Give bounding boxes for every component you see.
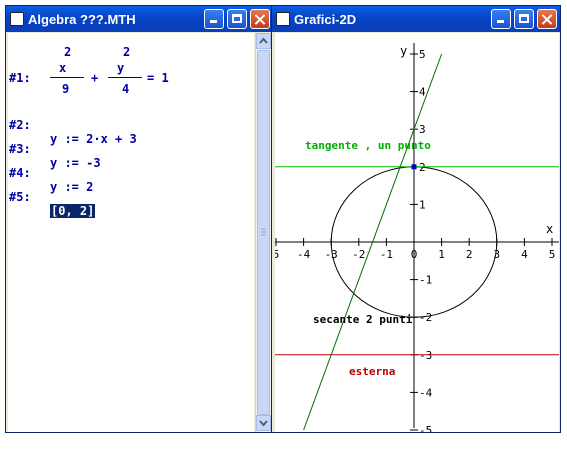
algebra-title-bar[interactable]: Algebra ???.MTH <box>6 6 271 32</box>
exponent-y: 2 <box>123 45 131 59</box>
minimize-icon <box>492 10 510 28</box>
expression-row-1[interactable]: 2 x 9 #1: + 2 y 4 = 1 <box>9 41 249 101</box>
x-tick-label: -2 <box>352 248 365 261</box>
x-axis-label: x <box>546 222 553 236</box>
x-tick-label: 4 <box>521 248 528 261</box>
tangent-point <box>411 164 417 170</box>
y-tick-label: 5 <box>419 48 426 61</box>
secant-annotation: secante 2 punti <box>313 313 413 326</box>
expression-label-5: #5: <box>9 190 31 204</box>
graph-close-button[interactable] <box>537 9 557 29</box>
tangent-annotation: tangente , un punto <box>305 139 431 152</box>
maximize-icon <box>228 10 246 28</box>
scroll-grip-icon <box>261 228 266 236</box>
x-tick-label: -1 <box>380 248 393 261</box>
algebra-maximize-button[interactable] <box>227 9 247 29</box>
y-axis-label: y <box>400 44 407 58</box>
minimize-icon <box>205 10 223 28</box>
graph-app-icon <box>276 12 290 26</box>
graph-maximize-button[interactable] <box>514 9 534 29</box>
close-icon <box>251 10 269 28</box>
numerator-y: y <box>117 61 125 75</box>
expression-row-2[interactable]: #2: y := 2·x + 3 <box>9 104 249 146</box>
expression-label-1: #1: <box>9 71 31 85</box>
algebra-minimize-button[interactable] <box>204 9 224 29</box>
algebra-expression-area[interactable]: 2 x 9 #1: + 2 y 4 = 1 #2: y := 2·x + 3 #… <box>8 33 254 432</box>
scroll-down-button[interactable] <box>256 415 271 431</box>
y-tick-label: -2 <box>419 311 432 324</box>
expression-text-5-selected[interactable]: [0, 2] <box>50 204 96 218</box>
graph-window[interactable]: Grafici-2D 5-4-3-2-101234554321-1-2-3-4-… <box>271 5 561 437</box>
x-tick-label: 0 <box>411 248 418 261</box>
y-tick-label: -4 <box>419 386 433 399</box>
graph-title-bar[interactable]: Grafici-2D <box>272 6 560 32</box>
expression-row-4[interactable]: #4: y := 2 <box>9 152 249 194</box>
chevron-down-icon <box>259 420 268 427</box>
chevron-up-icon <box>259 37 268 44</box>
y-tick-label: -1 <box>419 274 432 287</box>
y-tick-label: -5 <box>419 424 432 432</box>
x-tick-label: 5 <box>549 248 556 261</box>
expression-row-5[interactable]: #5: [0, 2] <box>9 176 249 218</box>
close-icon <box>538 10 556 28</box>
denominator-y: 4 <box>122 82 130 96</box>
x-tick-label: 2 <box>466 248 473 261</box>
numerator-x: x <box>59 61 67 75</box>
x-tick-label: -4 <box>297 248 311 261</box>
fraction-bar-x <box>50 77 84 78</box>
x-tick-label: 5 <box>275 248 279 261</box>
algebra-vertical-scrollbar[interactable] <box>255 33 271 432</box>
y-tick-label: 3 <box>419 123 426 136</box>
maximize-icon <box>515 10 533 28</box>
scroll-up-button[interactable] <box>256 33 271 49</box>
fraction-bar-y <box>108 77 142 78</box>
plot-area[interactable]: 5-4-3-2-101234554321-1-2-3-4-5 x y tange… <box>273 33 559 437</box>
graph-minimize-button[interactable] <box>491 9 511 29</box>
external-annotation: esterna <box>349 365 395 378</box>
plus-sign: + <box>91 71 99 85</box>
equation-rhs: = 1 <box>147 71 169 85</box>
y-tick-label: 4 <box>419 86 426 99</box>
exponent-x: 2 <box>64 45 72 59</box>
scroll-thumb[interactable] <box>257 50 270 415</box>
plot-canvas[interactable]: 5-4-3-2-101234554321-1-2-3-4-5 x y tange… <box>273 33 559 437</box>
x-tick-label: 1 <box>438 248 445 261</box>
denominator-x: 9 <box>62 82 70 96</box>
algebra-window[interactable]: Algebra ???.MTH 2 x 9 #1: + 2 y 4 = 1 #2… <box>5 5 272 433</box>
y-tick-label: 1 <box>419 198 426 211</box>
expression-row-3[interactable]: #3: y := -3 <box>9 128 249 170</box>
algebra-window-title: Algebra ???.MTH <box>28 12 136 27</box>
algebra-app-icon <box>10 12 24 26</box>
algebra-close-button[interactable] <box>250 9 270 29</box>
graph-window-title: Grafici-2D <box>294 12 357 27</box>
